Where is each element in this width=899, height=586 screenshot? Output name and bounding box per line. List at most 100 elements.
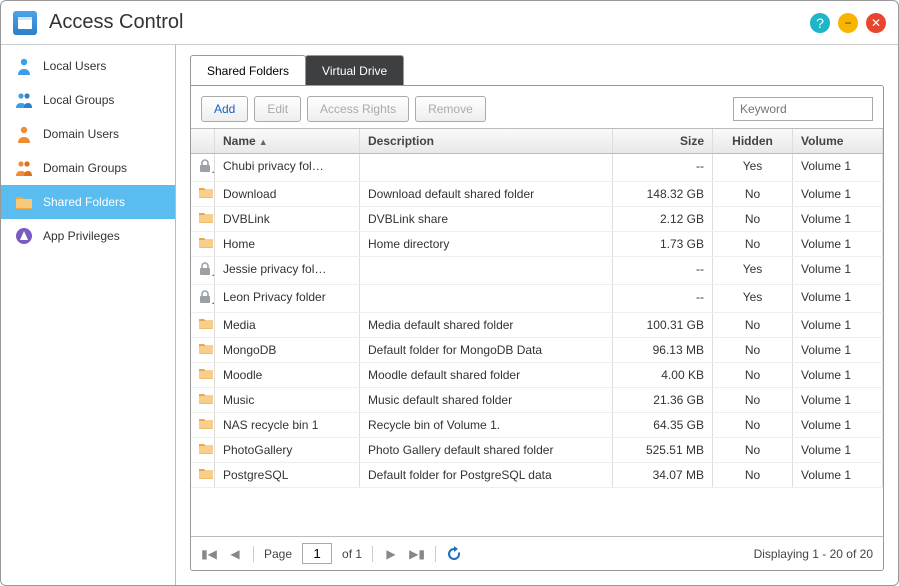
table-row[interactable]: PostgreSQLDefault folder for PostgreSQL … [191,463,883,488]
table-row[interactable]: Leon Privacy folder--YesVolume 1 [191,285,883,313]
minimize-button[interactable]: − [838,13,858,33]
person-blue-icon [15,57,33,75]
main-panel: Shared FoldersVirtual Drive Add Edit Acc… [176,45,898,585]
table-row[interactable]: Chubi privacy fol…--YesVolume 1 [191,154,883,182]
cell-size: 4.00 KB [613,363,713,387]
access-rights-button[interactable]: Access Rights [307,96,409,122]
help-button[interactable]: ? [810,13,830,33]
page-label: Page [264,547,292,561]
cell-hidden: No [713,338,793,362]
sidebar-item-label: Domain Groups [43,161,127,175]
edit-button[interactable]: Edit [254,96,301,122]
table-row[interactable]: HomeHome directory1.73 GBNoVolume 1 [191,232,883,257]
next-page-button[interactable]: ▶ [383,546,399,562]
refresh-button[interactable] [446,546,462,562]
shared-folders-panel: Add Edit Access Rights Remove Name▲ Desc… [190,85,884,571]
table-row[interactable]: DVBLinkDVBLink share2.12 GBNoVolume 1 [191,207,883,232]
sort-asc-icon: ▲ [259,137,268,147]
paging-bar: ▮◀ ◀ Page of 1 ▶ ▶▮ Displaying 1 - 20 of… [191,536,883,570]
table-row[interactable]: MusicMusic default shared folder21.36 GB… [191,388,883,413]
cell-name: PhotoGallery [215,438,360,462]
cell-size: -- [613,154,713,181]
prev-page-button[interactable]: ◀ [227,546,243,562]
cell-name: Jessie privacy fol… [215,257,360,284]
col-size[interactable]: Size [613,129,713,153]
cell-volume: Volume 1 [793,338,883,362]
col-volume[interactable]: Volume [793,129,883,153]
col-name[interactable]: Name▲ [215,129,360,153]
tab-virtual-drive[interactable]: Virtual Drive [305,55,404,86]
cell-hidden: Yes [713,154,793,181]
app-icon [13,11,37,35]
remove-button[interactable]: Remove [415,96,486,122]
sidebar-item-local-groups[interactable]: Local Groups [1,83,175,117]
cell-size: -- [613,285,713,312]
toolbar: Add Edit Access Rights Remove [191,86,883,128]
cell-size: 64.35 GB [613,413,713,437]
close-button[interactable]: ✕ [866,13,886,33]
tab-shared-folders[interactable]: Shared Folders [190,55,306,86]
cell-hidden: No [713,313,793,337]
people-blue-icon [15,91,33,109]
cell-size: 96.13 MB [613,338,713,362]
folder-icon [191,232,215,256]
sidebar-item-domain-groups[interactable]: Domain Groups [1,151,175,185]
cell-hidden: Yes [713,257,793,284]
sidebar-item-label: Shared Folders [43,195,125,209]
cell-description: DVBLink share [360,207,613,231]
cell-size: 1.73 GB [613,232,713,256]
first-page-button[interactable]: ▮◀ [201,546,217,562]
cell-name: Download [215,182,360,206]
cell-volume: Volume 1 [793,207,883,231]
folder-icon [191,463,215,487]
cell-name: Leon Privacy folder [215,285,360,312]
folder-icon [191,388,215,412]
table-row[interactable]: NAS recycle bin 1Recycle bin of Volume 1… [191,413,883,438]
cell-hidden: No [713,438,793,462]
table-row[interactable]: Jessie privacy fol…--YesVolume 1 [191,257,883,285]
cell-volume: Volume 1 [793,285,883,312]
cell-description: Media default shared folder [360,313,613,337]
table-row[interactable]: MediaMedia default shared folder100.31 G… [191,313,883,338]
table-row[interactable]: MoodleMoodle default shared folder4.00 K… [191,363,883,388]
grid-body[interactable]: Chubi privacy fol…--YesVolume 1DownloadD… [191,154,883,536]
table-row[interactable]: PhotoGalleryPhoto Gallery default shared… [191,438,883,463]
folder-icon [191,363,215,387]
cell-hidden: No [713,182,793,206]
cell-description: Download default shared folder [360,182,613,206]
folder-icon [191,413,215,437]
cell-description: Photo Gallery default shared folder [360,438,613,462]
cell-size: -- [613,257,713,284]
lock-icon [191,285,215,312]
sidebar-item-local-users[interactable]: Local Users [1,49,175,83]
app-purple-icon [15,227,33,245]
table-row[interactable]: MongoDBDefault folder for MongoDB Data96… [191,338,883,363]
cell-size: 525.51 MB [613,438,713,462]
page-input[interactable] [302,543,332,564]
window-title: Access Control [49,11,798,34]
cell-size: 2.12 GB [613,207,713,231]
folders-grid: Name▲ Description Size Hidden Volume Chu… [191,128,883,536]
search-input[interactable] [733,97,873,121]
cell-volume: Volume 1 [793,363,883,387]
cell-size: 100.31 GB [613,313,713,337]
cell-volume: Volume 1 [793,182,883,206]
cell-hidden: No [713,463,793,487]
folder-icon [191,207,215,231]
col-hidden[interactable]: Hidden [713,129,793,153]
sidebar-item-label: Local Groups [43,93,114,107]
cell-hidden: No [713,413,793,437]
access-control-window: Access Control ? − ✕ Local Users Local Gr… [0,0,899,586]
last-page-button[interactable]: ▶▮ [409,546,425,562]
sidebar-item-domain-users[interactable]: Domain Users [1,117,175,151]
titlebar: Access Control ? − ✕ [1,1,898,45]
person-orange-icon [15,125,33,143]
cell-hidden: No [713,363,793,387]
sidebar-item-shared-folders[interactable]: Shared Folders [1,185,175,219]
add-button[interactable]: Add [201,96,248,122]
sidebar-item-app-privileges[interactable]: App Privileges [1,219,175,253]
cell-description: Moodle default shared folder [360,363,613,387]
col-description[interactable]: Description [360,129,613,153]
cell-name: NAS recycle bin 1 [215,413,360,437]
table-row[interactable]: DownloadDownload default shared folder14… [191,182,883,207]
